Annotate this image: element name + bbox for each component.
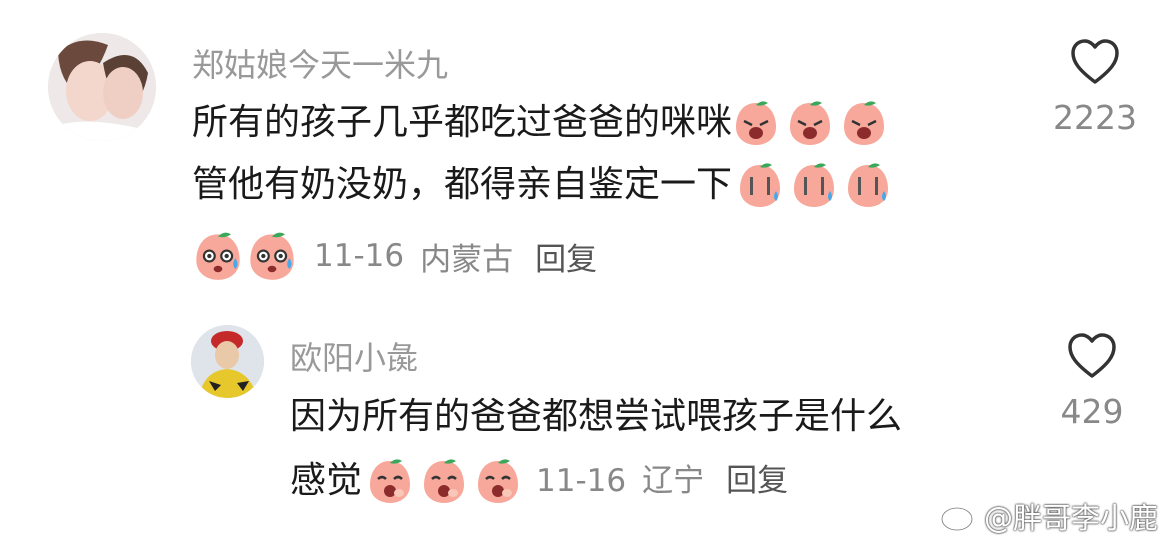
heart-icon[interactable] [1069, 38, 1121, 86]
sweat-peach-emoji [794, 163, 835, 207]
comment-date: 11-16 [314, 238, 405, 274]
comment-date: 11-16 [536, 463, 627, 499]
comment-meta-2: 11-16 辽宁 回复 [536, 458, 788, 504]
username-2[interactable]: 欧阳小彘 [290, 333, 418, 379]
avatar-photo-1 [48, 33, 156, 141]
avatar-photo-2 [191, 325, 264, 398]
comment-line: 所有的孩子几乎都吃过爸爸的咪咪 [192, 102, 733, 143]
like-control-1[interactable]: 2223 [1045, 38, 1145, 137]
watermark: @胖哥李小鹿 [940, 495, 1158, 537]
laugh-peach-emoji [478, 459, 519, 503]
like-count: 2223 [1053, 98, 1137, 137]
wow-sweat-peach-emoji [196, 232, 240, 280]
like-control-2[interactable]: 429 [1042, 332, 1142, 431]
username-1[interactable]: 郑姑娘今天一米九 [192, 40, 448, 86]
laugh-peach-emoji [370, 459, 411, 503]
reply-button[interactable]: 回复 [535, 234, 597, 279]
comment-location: 内蒙古 [420, 241, 514, 278]
weibo-icon [940, 502, 978, 532]
avatar-user-1[interactable] [48, 33, 156, 141]
wow-sweat-peach-emoji [250, 232, 294, 280]
watermark-text: @胖哥李小鹿 [983, 501, 1158, 535]
reply-button[interactable]: 回复 [726, 458, 788, 504]
sweat-peach-emoji [848, 163, 889, 207]
comment-meta-1: 11-16 内蒙古 回复 [192, 230, 597, 282]
laugh-peach-emoji [424, 459, 465, 503]
sweat-peach-emoji [740, 163, 781, 207]
like-count: 429 [1060, 392, 1124, 431]
comment-text-2: 因为所有的爸爸都想尝试喂孩子是什么 感觉 11-16 辽宁 回复 [290, 394, 902, 504]
avatar-user-2[interactable] [191, 325, 264, 398]
comment-line: 管他有奶没奶，都得亲自鉴定一下 [192, 164, 733, 205]
comment-text-1: 所有的孩子几乎都吃过爸爸的咪咪 管他有奶没奶，都得亲自鉴定一下 [192, 100, 892, 208]
cry-peach-emoji [844, 101, 885, 145]
comment-line: 因为所有的爸爸都想尝试喂孩子是什么 [290, 396, 903, 437]
cry-peach-emoji [736, 101, 777, 145]
cry-peach-emoji [790, 101, 831, 145]
comment-line: 感觉 [290, 460, 363, 501]
comment-location: 辽宁 [642, 463, 705, 499]
heart-icon[interactable] [1066, 332, 1118, 380]
